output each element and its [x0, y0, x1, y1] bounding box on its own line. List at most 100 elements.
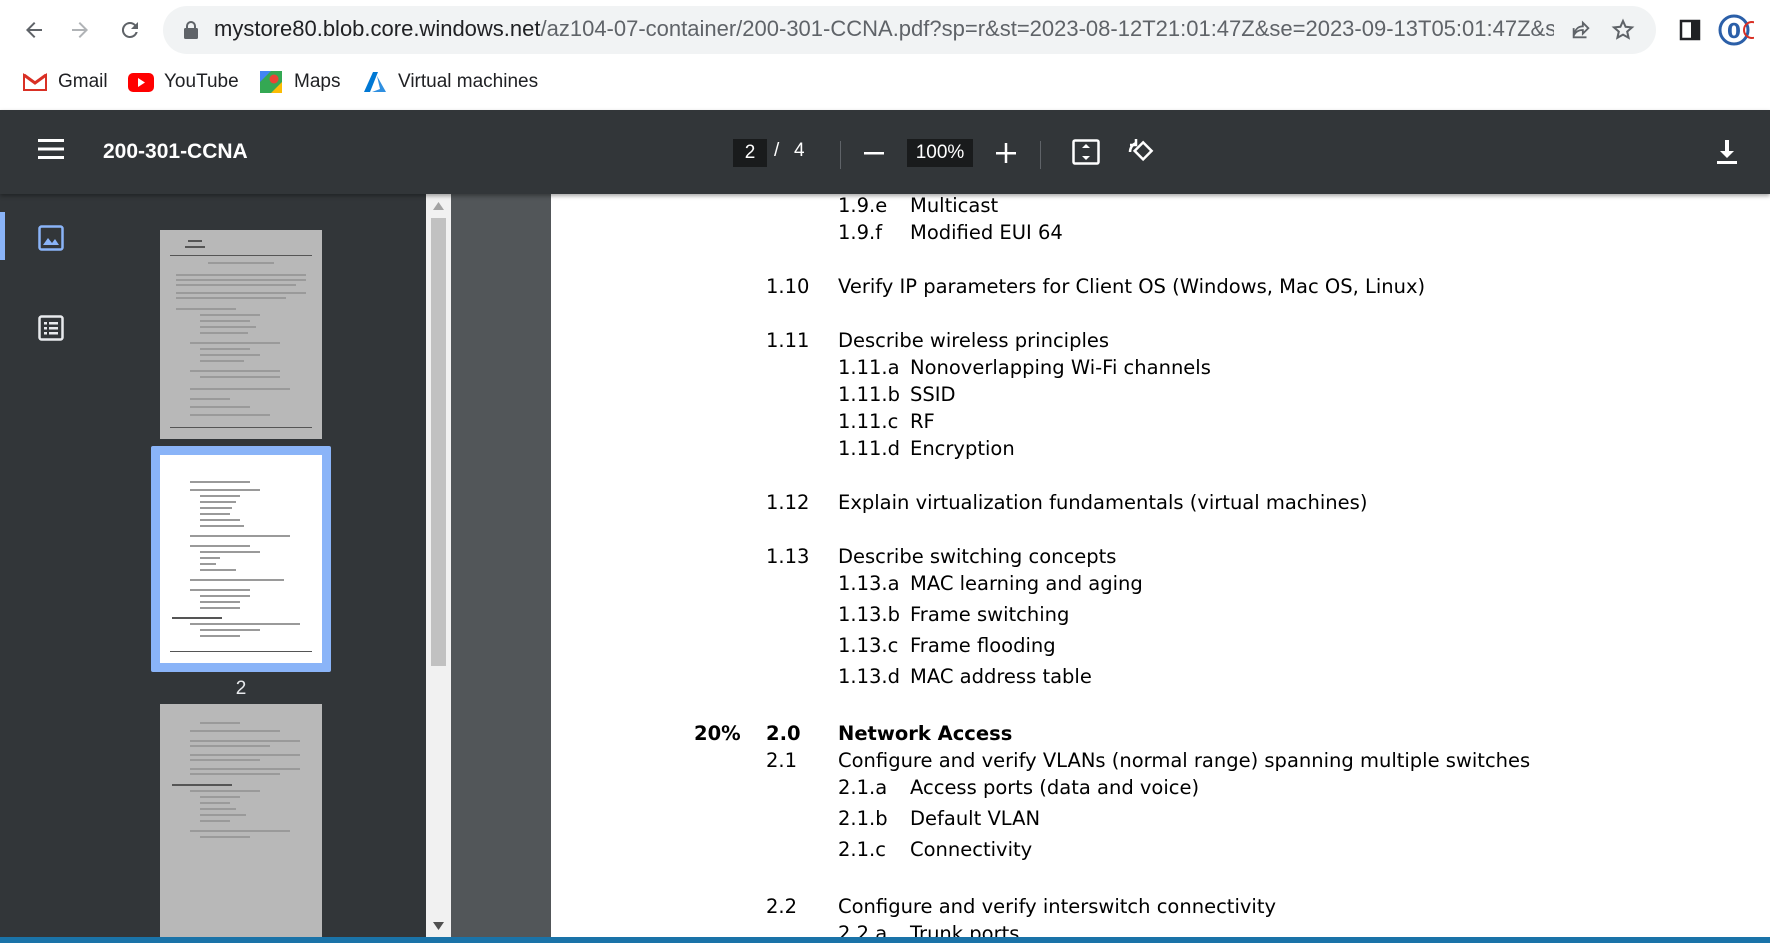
item-number: 1.13.d [838, 665, 900, 688]
download-button[interactable] [1716, 140, 1738, 169]
pdf-toolbar: 200-301-CCNA 2 / 4 100% [0, 110, 1770, 194]
scrollbar-thumb[interactable] [431, 218, 446, 666]
bookmark-virtual-machines[interactable]: Virtual machines [362, 68, 538, 96]
extension-icon: 0 [1718, 14, 1754, 46]
fit-page-icon [1072, 139, 1100, 165]
sidebar-rail [0, 194, 114, 943]
download-icon [1717, 140, 1737, 164]
item-text: Describe wireless principles [838, 329, 1110, 352]
item-text: Explain virtualization fundamentals (vir… [838, 491, 1368, 514]
bookmark-maps[interactable]: Maps [258, 68, 340, 96]
document-title: 200-301-CCNA [103, 140, 248, 163]
item-number: 1.13.c [838, 634, 899, 657]
azure-icon [362, 71, 388, 93]
pdf-page: 1.9.e Multicast 1.9.f Modified EUI 64 1.… [551, 194, 1770, 943]
hamburger-icon [38, 139, 64, 159]
page-thumbnail-2[interactable] [160, 455, 322, 663]
item-number: 1.10 [766, 275, 810, 298]
item-text: Frame flooding [910, 634, 1056, 657]
side-panel-button[interactable] [1670, 10, 1710, 50]
bookmark-youtube[interactable]: YouTube [128, 68, 239, 96]
arrow-left-icon [26, 22, 42, 38]
svg-text:0: 0 [1727, 19, 1741, 43]
item-number: 1.13.b [838, 603, 900, 626]
item-number: 2.1.a [838, 776, 888, 799]
item-text: MAC address table [910, 665, 1092, 688]
section-number: 2.0 [766, 722, 801, 745]
image-icon [38, 225, 64, 251]
lock-icon [184, 21, 198, 39]
item-number: 1.13 [766, 545, 810, 568]
extension-button[interactable]: 0 [1716, 10, 1756, 50]
fit-page-button[interactable] [1072, 139, 1100, 170]
outline-tab[interactable] [38, 315, 64, 346]
item-number: 2.1.b [838, 807, 888, 830]
item-text: RF [910, 410, 935, 433]
item-text: Default VLAN [910, 807, 1041, 830]
forward-button[interactable] [60, 10, 100, 50]
item-text: Frame switching [910, 603, 1070, 626]
youtube-icon [128, 71, 154, 93]
url-text[interactable]: mystore80.blob.core.windows.net/az104-07… [214, 16, 1554, 42]
star-icon[interactable] [1611, 18, 1635, 42]
item-text: Modified EUI 64 [910, 221, 1063, 244]
minus-icon [864, 152, 884, 155]
section-weight: 20% [694, 722, 741, 745]
bookmark-gmail[interactable]: Gmail [22, 68, 108, 96]
item-number: 1.12 [766, 491, 810, 514]
page-thumbnail-1[interactable] [160, 230, 322, 439]
maps-icon [258, 71, 284, 93]
share-icon[interactable] [1570, 19, 1592, 41]
item-text: Multicast [910, 194, 999, 217]
item-text: Connectivity [910, 838, 1033, 861]
browser-chrome: mystore80.blob.core.windows.net/az104-07… [0, 0, 1770, 110]
item-number: 1.9.e [838, 194, 888, 217]
plus-icon [996, 143, 1016, 163]
thumbnail-panel: 1 2 [114, 194, 426, 943]
item-text: Describe switching concepts [838, 545, 1117, 568]
item-text: Configure and verify interswitch connect… [838, 895, 1277, 918]
toolbar-divider [840, 141, 841, 169]
item-number: 1.13.a [838, 572, 900, 595]
item-number: 2.2 [766, 895, 798, 918]
zoom-out-button[interactable] [864, 143, 884, 168]
rotate-button[interactable] [1126, 138, 1154, 171]
taskbar-edge [0, 937, 1770, 943]
item-text: Encryption [910, 437, 1015, 460]
page-number-input[interactable]: 2 [733, 139, 767, 167]
item-number: 1.11.d [838, 437, 900, 460]
scroll-up-icon[interactable] [433, 202, 444, 210]
list-icon [38, 315, 64, 341]
item-number: 2.1 [766, 749, 798, 772]
item-number: 2.1.c [838, 838, 886, 861]
toolbar-divider [1040, 141, 1041, 169]
menu-button[interactable] [38, 138, 64, 165]
page-total: 4 [794, 140, 805, 161]
rotate-icon [1128, 139, 1154, 162]
side-panel-icon [1679, 19, 1701, 41]
item-number: 1.11.c [838, 410, 899, 433]
active-tab-indicator [0, 212, 5, 260]
page-separator: / [774, 140, 780, 161]
section-title: Network Access [838, 722, 1013, 745]
reload-button[interactable] [110, 10, 150, 50]
back-button[interactable] [14, 10, 54, 50]
item-text: SSID [910, 383, 956, 406]
item-number: 1.11.b [838, 383, 900, 406]
arrow-right-icon [72, 22, 88, 38]
item-text: Nonoverlapping Wi-Fi channels [910, 356, 1211, 379]
item-text: Configure and verify VLANs (normal range… [838, 749, 1531, 772]
zoom-input[interactable]: 100% [907, 139, 973, 167]
item-text: Verify IP parameters for Client OS (Wind… [838, 275, 1426, 298]
item-number: 1.9.f [838, 221, 883, 244]
zoom-in-button[interactable] [996, 143, 1016, 168]
scroll-down-icon[interactable] [433, 922, 444, 930]
item-text: MAC learning and aging [910, 572, 1143, 595]
page-thumbnail-3[interactable] [160, 704, 322, 943]
item-text: Access ports (data and voice) [910, 776, 1200, 799]
thumbnails-tab[interactable] [38, 225, 64, 256]
item-number: 1.11.a [838, 356, 900, 379]
reload-icon [121, 21, 138, 38]
thumbnail-label: 2 [235, 678, 247, 699]
thumbnail-scrollbar[interactable] [426, 194, 451, 937]
